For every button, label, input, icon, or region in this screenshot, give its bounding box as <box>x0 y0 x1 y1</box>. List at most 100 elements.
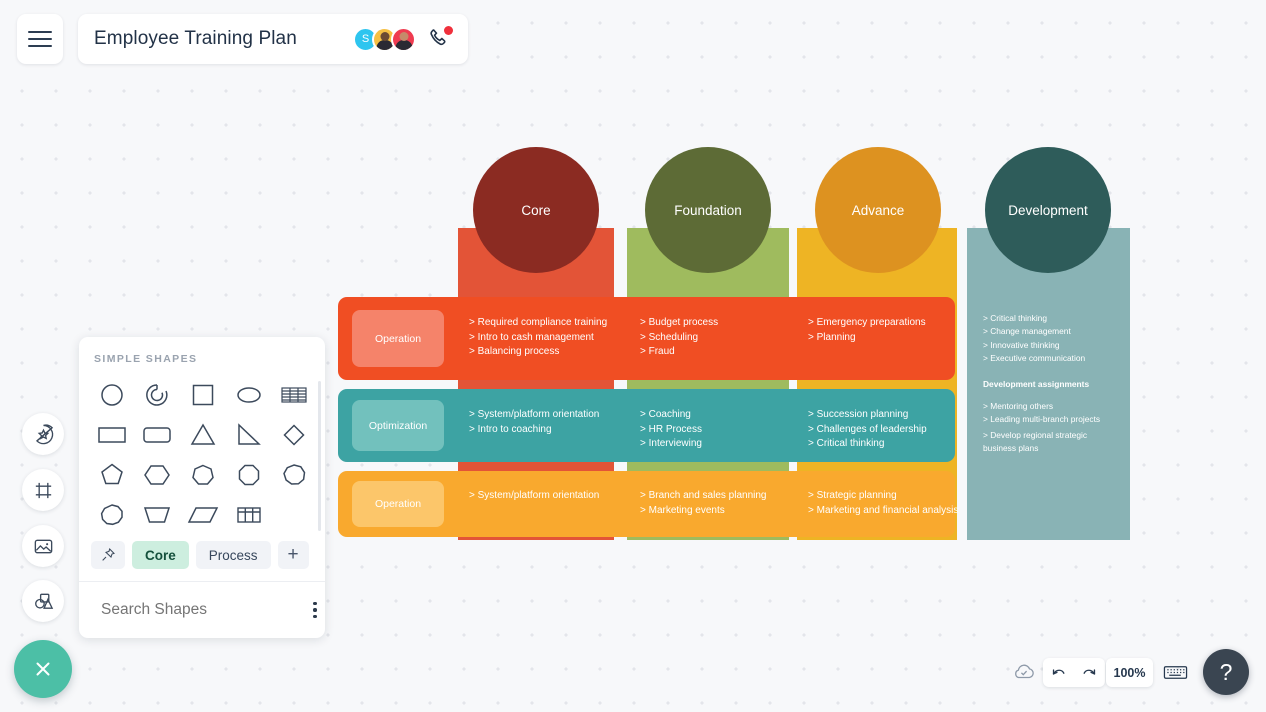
shape-hexagon[interactable] <box>141 460 173 490</box>
row-label-operation-1[interactable]: Operation <box>352 310 444 367</box>
zoom-level-button[interactable]: 100% <box>1106 658 1153 687</box>
redo-icon <box>1083 669 1096 675</box>
search-input[interactable] <box>101 601 301 619</box>
row-label-text: Operation <box>374 332 422 345</box>
diamond-shape-icon <box>283 424 305 446</box>
keyboard-shortcuts-button[interactable] <box>1163 663 1188 687</box>
column-label: Core <box>521 202 551 218</box>
circle-shape-icon <box>101 384 123 406</box>
page-title: Employee Training Plan <box>94 28 297 49</box>
column-header-advance[interactable]: Advance <box>815 147 941 273</box>
tab-process[interactable]: Process <box>195 541 271 569</box>
square-shape-icon <box>192 384 214 406</box>
shape-decagon[interactable] <box>97 500 127 530</box>
rounded-rectangle-shape-icon <box>143 427 172 443</box>
redo-button[interactable] <box>1081 664 1098 681</box>
shape-trapezoid[interactable] <box>141 500 173 530</box>
help-button[interactable]: ? <box>1203 649 1249 695</box>
row-label-operation-2[interactable]: Operation <box>352 481 444 527</box>
shape-arc[interactable] <box>142 380 172 410</box>
shape-diamond[interactable] <box>279 420 309 450</box>
pin-icon <box>102 547 115 561</box>
column-strip-development[interactable] <box>967 228 1130 540</box>
cell-core-optimization: > System/platform orientation > Intro to… <box>469 408 599 437</box>
list-item: > Required compliance training <box>469 317 608 328</box>
column-header-foundation[interactable]: Foundation <box>645 147 771 273</box>
shape-pentagon[interactable] <box>97 460 127 490</box>
list-item: > HR Process <box>640 423 702 435</box>
tab-pin[interactable] <box>91 541 125 569</box>
cell-advance-operation-2: > Strategic planning > Marketing and fin… <box>808 489 958 518</box>
list-item: > Balancing process <box>469 346 560 358</box>
frame-icon <box>35 482 51 498</box>
list-item: > Planning <box>808 331 856 343</box>
list-item: > Scheduling <box>640 331 699 343</box>
sidebar-item-stickers[interactable] <box>22 413 64 455</box>
list-item: > System/platform orientation <box>469 490 600 501</box>
shape-table-grid[interactable] <box>233 500 265 530</box>
lined-table-shape-icon <box>281 387 307 403</box>
shape-grid <box>79 373 325 535</box>
phone-call-button[interactable] <box>428 26 453 51</box>
shape-rounded-rectangle[interactable] <box>141 420 173 450</box>
shape-parallelogram[interactable] <box>187 500 219 530</box>
row-band-optimization[interactable]: Optimization > System/platform orientati… <box>338 389 955 462</box>
shape-triangle[interactable] <box>188 420 218 450</box>
list-item: > System/platform orientation <box>469 409 600 420</box>
list-item: > Critical thinking <box>808 438 885 450</box>
shape-nonagon[interactable] <box>279 460 309 490</box>
arc-shape-icon <box>146 384 168 406</box>
hamburger-menu-icon <box>28 26 52 52</box>
add-library-button[interactable]: + <box>277 541 309 569</box>
cell-core-operation: > Required compliance training > Intro t… <box>469 316 607 360</box>
shape-heptagon[interactable] <box>188 460 218 490</box>
board-title-bar: Employee Training Plan S <box>78 14 468 64</box>
row-label-optimization[interactable]: Optimization <box>352 400 444 451</box>
cell-core-operation-2: > System/platform orientation <box>469 489 599 504</box>
close-panel-button[interactable] <box>14 640 72 698</box>
shape-rectangle[interactable] <box>96 420 128 450</box>
row-label-text: Optimization <box>368 419 428 432</box>
octagon-shape-icon <box>238 464 259 486</box>
kebab-menu-icon[interactable] <box>309 598 321 623</box>
column-label: Development <box>1008 202 1088 218</box>
heptagon-shape-icon <box>192 464 214 485</box>
list-item: > Marketing events <box>640 504 725 516</box>
list-item: > Interviewing <box>640 438 702 450</box>
cloud-saved-icon <box>1015 664 1034 679</box>
row-band-operation-2[interactable]: Operation > System/platform orientation … <box>338 471 958 537</box>
cell-foundation-operation-2: > Branch and sales planning > Marketing … <box>640 489 766 518</box>
trapezoid-shape-icon <box>144 507 171 523</box>
decagon-shape-icon <box>100 504 123 526</box>
cloud-saved-button[interactable] <box>1012 662 1036 686</box>
nonagon-shape-icon <box>283 464 306 485</box>
notification-dot <box>444 26 453 35</box>
shape-circle[interactable] <box>97 380 127 410</box>
undo-button[interactable] <box>1050 664 1067 681</box>
undo-redo-toolbar <box>1043 658 1105 687</box>
shape-right-triangle[interactable] <box>234 420 264 450</box>
sidebar-item-images[interactable] <box>22 525 64 567</box>
tab-core[interactable]: Core <box>132 541 189 569</box>
sidebar-item-frames[interactable] <box>22 469 64 511</box>
row-label-text: Operation <box>374 498 422 510</box>
cell-advance-optimization: > Succession planning > Challenges of le… <box>808 408 927 452</box>
column-header-core[interactable]: Core <box>473 147 599 273</box>
hamburger-menu-button[interactable] <box>17 14 63 64</box>
undo-icon <box>1052 669 1065 675</box>
cell-advance-operation: > Emergency preparations > Planning <box>808 316 926 345</box>
shape-square[interactable] <box>188 380 218 410</box>
hexagon-shape-icon <box>144 465 171 485</box>
sidebar-item-shapes[interactable] <box>22 580 64 622</box>
avatar[interactable] <box>391 26 416 52</box>
shape-lined-table[interactable] <box>279 380 309 410</box>
list-item: > Strategic planning <box>808 490 897 501</box>
list-item: > Fraud <box>640 346 675 358</box>
shape-octagon[interactable] <box>234 460 264 490</box>
parallelogram-shape-icon <box>187 507 219 523</box>
row-band-operation-1[interactable]: Operation > Required compliance training… <box>338 297 955 380</box>
panel-scrollbar[interactable] <box>318 381 321 531</box>
ellipse-shape-icon <box>236 387 261 403</box>
shape-ellipse[interactable] <box>234 380 264 410</box>
column-header-development[interactable]: Development <box>985 147 1111 273</box>
